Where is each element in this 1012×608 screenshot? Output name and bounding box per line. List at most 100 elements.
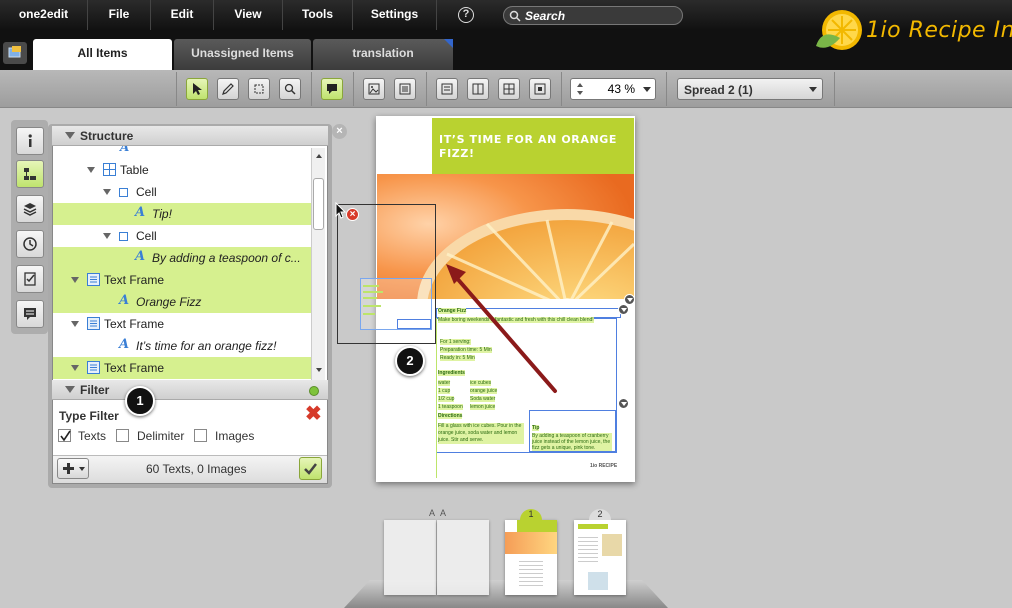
- clock-icon: [23, 237, 37, 251]
- fit-icon: [534, 83, 546, 95]
- zoom-tool-button[interactable]: [279, 78, 301, 100]
- close-panel-icon[interactable]: ×: [332, 124, 347, 139]
- fit-view-button[interactable]: [529, 78, 551, 100]
- zoom-field[interactable]: 43 %: [570, 78, 656, 100]
- clear-filter-icon[interactable]: ✖: [305, 404, 322, 424]
- structure-header[interactable]: Structure: [52, 126, 328, 146]
- chevron-down-icon[interactable]: [641, 79, 653, 99]
- scroll-down-icon[interactable]: [313, 364, 325, 376]
- text-frame-icon: [87, 273, 100, 289]
- type-filter-label: Type Filter: [59, 409, 119, 423]
- column-guide: [436, 318, 437, 478]
- tab-unassigned-items[interactable]: Unassigned Items: [174, 39, 311, 70]
- spread-icon: [472, 83, 484, 95]
- dragged-text-frame[interactable]: [360, 278, 432, 330]
- info-icon: [28, 134, 32, 147]
- filter-header[interactable]: Filter: [52, 380, 328, 400]
- expand-triangle-icon[interactable]: [71, 277, 79, 283]
- plus-icon: [63, 463, 85, 474]
- page-1-tab[interactable]: 1: [520, 509, 542, 520]
- comment-tool-button[interactable]: [321, 78, 343, 100]
- comment-icon: [24, 308, 36, 320]
- expand-triangle-icon[interactable]: [103, 233, 111, 239]
- tree-row-text[interactable]: A By adding a teaspoon of c...: [53, 247, 311, 269]
- master-page-right[interactable]: [437, 520, 489, 595]
- expand-triangle-icon[interactable]: [71, 321, 79, 327]
- structure-button[interactable]: [16, 160, 44, 188]
- tree-row-frame[interactable]: Text Frame: [53, 269, 311, 291]
- apply-filter-button[interactable]: [299, 457, 322, 480]
- add-filter-button[interactable]: [57, 458, 89, 479]
- frame-menu-icon[interactable]: [618, 304, 629, 315]
- delimiter-checkbox[interactable]: [116, 429, 129, 442]
- toolbar-separator: [311, 72, 312, 106]
- expand-triangle-icon[interactable]: [87, 167, 95, 173]
- page-1-thumbnail[interactable]: [505, 520, 557, 595]
- workspace-icon[interactable]: [3, 42, 27, 64]
- menu-settings[interactable]: Settings: [353, 0, 437, 30]
- collapse-triangle-icon: [65, 132, 75, 139]
- texts-checkbox[interactable]: [58, 429, 71, 442]
- table-icon: [103, 163, 116, 179]
- page-2-thumbnail[interactable]: [574, 520, 626, 595]
- toolbar-separator: [834, 72, 835, 106]
- info-button[interactable]: [16, 127, 44, 155]
- magnifier-icon: [284, 83, 296, 95]
- scroll-thumb[interactable]: [313, 178, 324, 230]
- layers-icon: [23, 203, 37, 216]
- tree-label: It’s time for an orange fizz!: [136, 339, 277, 353]
- tree-row-frame[interactable]: Text Frame: [53, 313, 311, 335]
- expand-triangle-icon[interactable]: [71, 365, 79, 371]
- checklist-icon: [24, 272, 36, 286]
- tree-scrollbar[interactable]: [311, 148, 325, 380]
- scroll-up-icon[interactable]: [313, 150, 325, 162]
- tree-row-frame[interactable]: Text Frame: [53, 357, 311, 379]
- tree-row-text[interactable]: A Tip!: [53, 203, 311, 225]
- spread-page-button[interactable]: [467, 78, 489, 100]
- search-input[interactable]: Search: [503, 6, 683, 25]
- tree-row-cell[interactable]: Cell: [53, 181, 311, 203]
- history-button[interactable]: [16, 230, 44, 258]
- frame-tool-button[interactable]: [248, 78, 270, 100]
- page-2-tab[interactable]: 2: [589, 509, 611, 520]
- image-view-button[interactable]: [363, 78, 385, 100]
- expand-triangle-icon[interactable]: [103, 189, 111, 195]
- tab-translation[interactable]: translation: [313, 39, 453, 70]
- menu-view[interactable]: View: [214, 0, 283, 30]
- tree-row-cell[interactable]: Cell: [53, 225, 311, 247]
- menu-one2edit[interactable]: one2edit: [0, 0, 88, 30]
- spread-select[interactable]: Spread 2 (1): [677, 78, 823, 100]
- tree-row-table[interactable]: Table: [53, 159, 311, 181]
- menu-file[interactable]: File: [88, 0, 151, 30]
- help-icon[interactable]: ?: [458, 7, 474, 23]
- pencil-icon: [222, 83, 234, 95]
- grid-view-button[interactable]: [498, 78, 520, 100]
- zoom-stepper-icon[interactable]: [574, 79, 586, 99]
- menu-tools[interactable]: Tools: [283, 0, 353, 30]
- images-label: Images: [215, 429, 255, 443]
- frame-menu-icon[interactable]: [624, 294, 635, 305]
- pen-tool-button[interactable]: [217, 78, 239, 100]
- select-tool-button[interactable]: [186, 78, 208, 100]
- menu-edit[interactable]: Edit: [151, 0, 214, 30]
- tree-label: By adding a teaspoon of c...: [152, 251, 301, 265]
- frame-menu-icon[interactable]: [618, 398, 629, 409]
- cell-icon: [119, 187, 129, 201]
- text-view-button[interactable]: [394, 78, 416, 100]
- toolbar-separator: [666, 72, 667, 106]
- filter-status-dot: [309, 386, 319, 396]
- tasks-button[interactable]: [16, 265, 44, 293]
- tree-row-text[interactable]: A Orange Fizz: [53, 291, 311, 313]
- images-checkbox[interactable]: [194, 429, 207, 442]
- master-page-left[interactable]: [384, 520, 436, 595]
- tab-all-items[interactable]: All Items: [33, 39, 172, 70]
- checkmark-icon: [304, 463, 317, 475]
- comments-button[interactable]: [16, 300, 44, 328]
- single-page-button[interactable]: [436, 78, 458, 100]
- headline-block[interactable]: IT’S TIME FOR AN ORANGE FIZZ!: [432, 118, 634, 174]
- spread-value: Spread 2 (1): [684, 83, 753, 97]
- layers-button[interactable]: [16, 195, 44, 223]
- cell-icon: [119, 231, 129, 245]
- tree-row-text[interactable]: A It’s time for an orange fizz!: [53, 335, 311, 357]
- headline-text: IT’S TIME FOR AN ORANGE FIZZ!: [439, 133, 618, 160]
